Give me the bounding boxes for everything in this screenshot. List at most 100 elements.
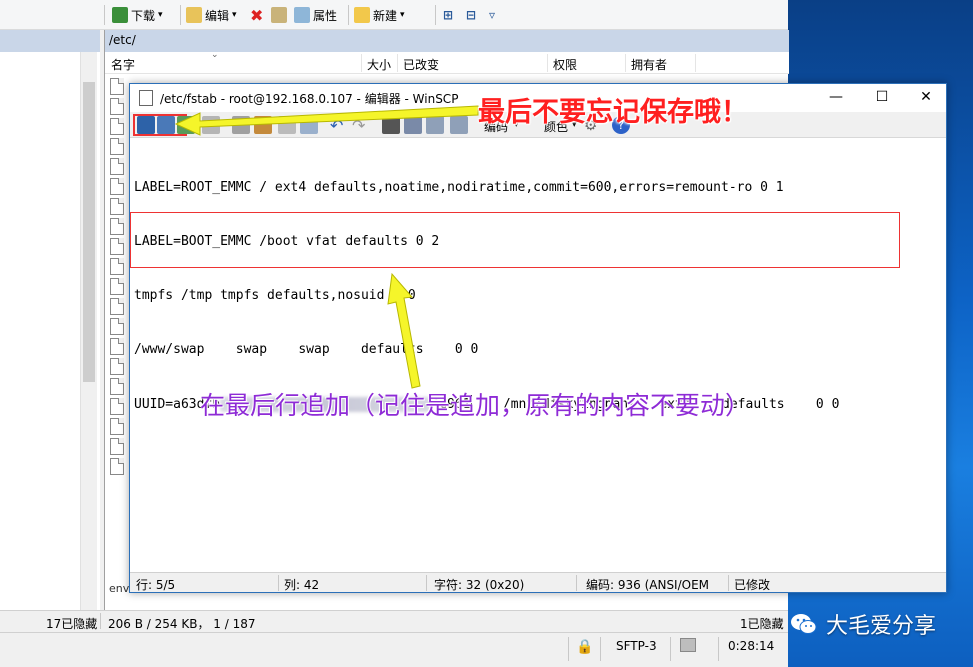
status-separator [278,575,279,591]
lock-icon: 🔒 [576,639,594,655]
local-scrollbar-thumb[interactable] [83,82,95,382]
column-separator[interactable] [361,54,362,72]
save-icon[interactable] [137,116,155,134]
redo-icon[interactable]: ↷ [352,116,370,135]
file-icon[interactable] [110,218,124,235]
new-line-highlight-box [130,212,900,268]
minus-box-icon: ⊟ [466,8,477,22]
goto-line-icon[interactable] [450,116,468,134]
file-icon[interactable] [110,298,124,315]
local-path-bar [0,30,100,52]
char-indicator: 字符: 32 (0x20) [434,578,525,592]
chevron-down-icon: ▾ [400,10,405,20]
file-icon[interactable] [110,438,124,455]
file-icon[interactable] [110,258,124,275]
select-all-button[interactable]: ⊞ [443,5,453,25]
status-bar: 17已隐藏 206 B / 254 KB， 1 / 187 1已隐藏 [0,610,788,632]
paste-icon[interactable] [254,116,272,134]
status-separator [100,613,101,629]
file-icon[interactable] [110,318,124,335]
toolbar-separator [104,5,105,25]
file-icon[interactable] [110,338,124,355]
text-line[interactable]: tmpfs /tmp tmpfs defaults,nosuid 0 0 [134,287,942,305]
file-icon[interactable] [110,138,124,155]
text-line[interactable]: /www/swap swap swap defaults 0 0 [134,341,942,359]
local-scrollbar[interactable] [80,52,97,610]
file-icon[interactable] [110,178,124,195]
text-line[interactable]: LABEL=ROOT_EMMC / ext4 defaults,noatime,… [134,179,942,197]
remote-path-bar[interactable]: /etc/ [105,30,789,52]
delete-icon[interactable] [278,116,296,134]
close-button[interactable]: ✕ [916,88,936,106]
file-icon[interactable] [110,118,124,135]
protocol-label: SFTP-3 [616,639,657,653]
column-separator[interactable] [547,54,548,72]
delete-button[interactable]: ✖ [250,5,263,25]
save-reminder-annotation: 最后不要忘记保存哦！ [478,97,748,128]
file-icon[interactable] [110,418,124,435]
file-icon[interactable] [110,238,124,255]
properties-label: 属性 [313,8,338,23]
edit-label: 编辑 [205,8,230,23]
column-separator[interactable] [397,54,398,72]
maximize-button[interactable]: ☐ [872,88,892,106]
new-folder-icon [354,7,370,23]
right-hidden-count: 1已隐藏 [740,617,784,631]
editor-text-area[interactable]: LABEL=ROOT_EMMC / ext4 defaults,noatime,… [134,143,942,567]
file-icon[interactable] [110,398,124,415]
unselect-button[interactable]: ⊟ [466,5,476,25]
editor-window: /etc/fstab - root@192.168.0.107 - 编辑器 - … [129,83,947,593]
column-name[interactable]: 名字 [111,56,135,73]
print-icon[interactable] [202,116,220,134]
replace-icon[interactable] [404,116,422,134]
network-icon [680,638,696,652]
file-icon[interactable] [110,98,124,115]
cut-icon[interactable] [232,116,250,134]
edit-icon [186,7,202,23]
filter-icon: ▿ [489,8,496,22]
toolbar-separator [435,5,436,25]
select-all-icon[interactable] [300,116,318,134]
chevron-down-icon: ▾ [232,10,237,20]
column-modified[interactable]: 已改变 [403,56,439,73]
column-permissions[interactable]: 权限 [553,56,577,73]
status-separator [670,637,671,661]
file-icon[interactable] [110,358,124,375]
chevron-down-icon: ▾ [158,10,163,20]
file-icon[interactable] [110,378,124,395]
properties-icon [294,7,310,23]
status-separator [718,637,719,661]
find-icon[interactable] [382,116,400,134]
rename-button[interactable] [271,5,287,25]
edit-button[interactable]: 编辑 ▾ [186,5,237,25]
properties-button[interactable]: 属性 [294,5,337,25]
column-separator[interactable] [695,54,696,72]
file-icon[interactable] [110,458,124,475]
download-button[interactable]: 下载 ▾ [112,5,163,25]
delete-icon: ✖ [250,5,264,25]
selection-info: 206 B / 254 KB， 1 / 187 [108,617,256,631]
file-list-header: 名字 ⌄ 大小 已改变 权限 拥有者 [105,50,789,74]
save-as-icon[interactable] [157,116,175,134]
find-next-icon[interactable] [426,116,444,134]
reload-icon[interactable] [177,116,195,134]
wechat-icon [791,614,817,634]
undo-icon[interactable]: ↶ [330,116,348,135]
file-icon[interactable] [110,278,124,295]
column-separator[interactable] [625,54,626,72]
connection-bar: 🔒 SFTP-3 0:28:14 [0,632,788,667]
file-icon[interactable] [110,158,124,175]
download-icon [112,7,128,23]
file-icon[interactable] [110,198,124,215]
encoding-indicator: 编码: 936 (ANSI/OEM [586,578,710,592]
column-owner[interactable]: 拥有者 [631,56,667,73]
left-hidden-count: 17已隐藏 [46,617,98,631]
status-separator [576,575,577,591]
file-icon[interactable] [110,78,124,95]
column-size[interactable]: 大小 [367,56,391,73]
minimize-button[interactable]: — [826,88,846,106]
filter-button[interactable]: ▿ [489,5,495,25]
modified-indicator: 已修改 [734,578,771,592]
new-button[interactable]: 新建 ▾ [354,5,405,25]
main-toolbar: 下载 ▾ 编辑 ▾ ✖ 属性 新建 ▾ ⊞ ⊟ ▿ [0,0,788,30]
